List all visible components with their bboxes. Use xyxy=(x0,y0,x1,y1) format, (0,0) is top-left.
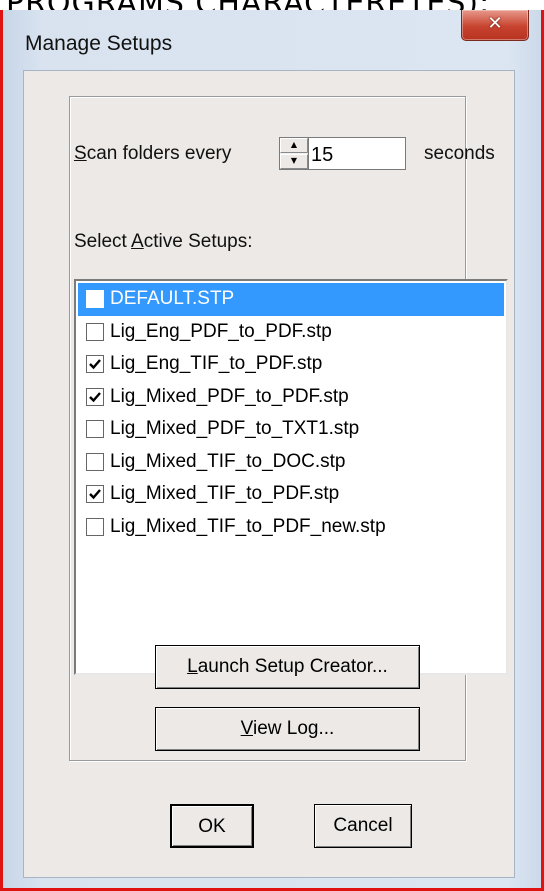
list-item[interactable]: Lig_Mixed_TIF_to_PDF.stp xyxy=(78,478,504,511)
setup-checkbox[interactable] xyxy=(86,387,104,406)
scan-interval-spinner[interactable]: ▲ ▼ xyxy=(279,137,309,170)
setup-checkbox[interactable] xyxy=(86,355,104,374)
spin-down-button[interactable]: ▼ xyxy=(280,154,308,169)
setup-name: DEFAULT.STP xyxy=(110,288,235,310)
arrow-up-icon: ▲ xyxy=(290,140,298,149)
close-icon: ✕ xyxy=(487,13,503,34)
setup-name: Lig_Eng_PDF_to_PDF.stp xyxy=(110,320,332,342)
setup-name: Lig_Eng_TIF_to_PDF.stp xyxy=(110,353,323,375)
view-log-button[interactable]: View Log... xyxy=(155,707,420,751)
setup-checkbox[interactable] xyxy=(86,517,104,536)
setup-name: Lig_Mixed_PDF_to_TXT1.stp xyxy=(110,418,360,440)
select-active-setups-label: Select Active Setups: xyxy=(74,231,253,252)
dialog-client-area: Scan folders every ▲ ▼ seconds Select Ac… xyxy=(23,70,515,878)
list-item[interactable]: Lig_Mixed_PDF_to_TXT1.stp xyxy=(78,413,504,446)
scan-folders-label: Scan folders every xyxy=(74,143,232,164)
ok-button[interactable]: OK xyxy=(170,804,254,848)
setup-checkbox[interactable] xyxy=(86,420,104,439)
dialog-title: Manage Setups xyxy=(25,32,173,55)
launch-setup-creator-button[interactable]: Launch Setup Creator... xyxy=(155,645,420,689)
seconds-label: seconds xyxy=(424,143,495,164)
setup-name: Lig_Mixed_TIF_to_DOC.stp xyxy=(110,450,346,472)
close-button[interactable]: ✕ xyxy=(461,10,529,41)
setup-name: Lig_Mixed_TIF_to_PDF_new.stp xyxy=(110,515,386,537)
scan-interval-input[interactable] xyxy=(309,137,406,170)
setup-checkbox[interactable] xyxy=(86,485,104,504)
setup-checkbox[interactable] xyxy=(86,290,104,309)
checkmark-icon xyxy=(89,359,101,370)
setup-checkbox[interactable] xyxy=(86,322,104,341)
list-item[interactable]: Lig_Eng_TIF_to_PDF.stp xyxy=(78,348,504,381)
title-bar[interactable]: Manage Setups ✕ xyxy=(3,10,541,68)
arrow-down-icon: ▼ xyxy=(290,156,298,165)
setup-checkbox[interactable] xyxy=(86,452,104,471)
list-item[interactable]: Lig_Eng_PDF_to_PDF.stp xyxy=(78,316,504,349)
list-item[interactable]: Lig_Mixed_PDF_to_PDF.stp xyxy=(78,381,504,414)
checkmark-icon xyxy=(89,391,101,403)
setup-name: Lig_Mixed_TIF_to_PDF.stp xyxy=(110,483,340,505)
list-item[interactable]: Lig_Mixed_TIF_to_PDF_new.stp xyxy=(78,511,504,544)
list-item[interactable]: Lig_Mixed_TIF_to_DOC.stp xyxy=(78,446,504,479)
list-item[interactable]: DEFAULT.STP xyxy=(78,283,504,316)
spin-up-button[interactable]: ▲ xyxy=(280,138,308,153)
checkmark-icon xyxy=(89,489,101,500)
setup-name: Lig_Mixed_PDF_to_PDF.stp xyxy=(110,385,349,407)
cancel-button[interactable]: Cancel xyxy=(314,804,412,848)
active-setups-list[interactable]: DEFAULT.STP Lig_Eng_PDF_to_PDF.stp Lig_Eng… xyxy=(74,279,508,675)
manage-setups-dialog: Manage Setups ✕ Scan folders every ▲ ▼ s… xyxy=(0,10,544,891)
